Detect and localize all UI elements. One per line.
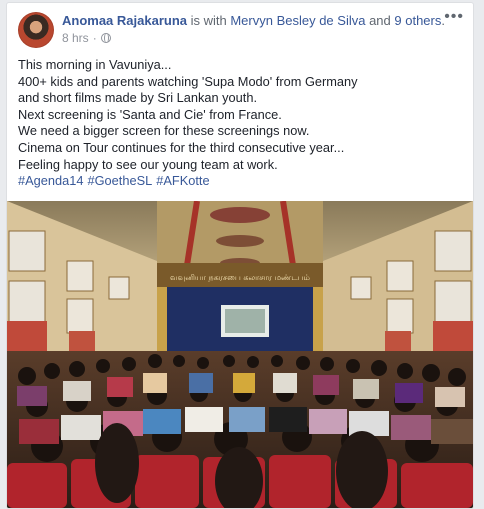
meta-dot: · <box>92 31 97 45</box>
tagged-person-link[interactable]: Mervyn Besley de Silva <box>230 13 365 28</box>
hall-banner-text: வவுனியா நகரசபை கலாசார மண்டபம் <box>170 273 310 282</box>
author-avatar[interactable] <box>18 12 54 48</box>
post-header: Anomaa Rajakaruna is with Mervyn Besley … <box>7 3 473 53</box>
more-dots-icon[interactable]: ••• <box>444 8 464 26</box>
hashtag-link[interactable]: #GoetheSL <box>87 173 152 188</box>
timestamp-link[interactable]: 8 hrs <box>62 31 89 45</box>
with-text: is with <box>187 13 231 28</box>
hashtag-link[interactable]: #Agenda14 <box>18 173 83 188</box>
post-meta: 8 hrs · <box>62 31 111 45</box>
others-link[interactable]: 9 others <box>394 13 441 28</box>
hashtag-link[interactable]: #AFKotte <box>156 173 209 188</box>
post-line: This morning in Vavuniya... <box>18 57 172 72</box>
author-name-link[interactable]: Anomaa Rajakaruna <box>62 13 187 28</box>
post-line: Cinema on Tour continues for the third c… <box>18 139 345 155</box>
post-text: This morning in Vavuniya... 400+ kids an… <box>18 57 466 190</box>
post-line: 400+ kids and parents watching 'Supa Mod… <box>18 73 358 89</box>
hashtags: #Agenda14 #GoetheSL #AFKotte <box>18 173 466 190</box>
and-text: and <box>365 13 395 28</box>
post-photo[interactable]: வவுனியா நகரசபை கலாசார மண்டபம் <box>7 201 473 508</box>
post-line: and short films made by Sri Lankan youth… <box>18 90 257 106</box>
hall-photo-illustration: வவுனியா நகரசபை கலாசார மண்டபம் <box>7 201 473 508</box>
post-card: Anomaa Rajakaruna is with Mervyn Besley … <box>6 2 474 509</box>
post-line: Feeling happy to see our young team at w… <box>18 156 278 172</box>
globe-icon[interactable] <box>100 33 111 43</box>
post-line: We need a bigger screen for these screen… <box>18 123 310 139</box>
post-line: Next screening is 'Santa and Cie' from F… <box>18 106 282 122</box>
author-line: Anomaa Rajakaruna is with Mervyn Besley … <box>62 12 445 30</box>
